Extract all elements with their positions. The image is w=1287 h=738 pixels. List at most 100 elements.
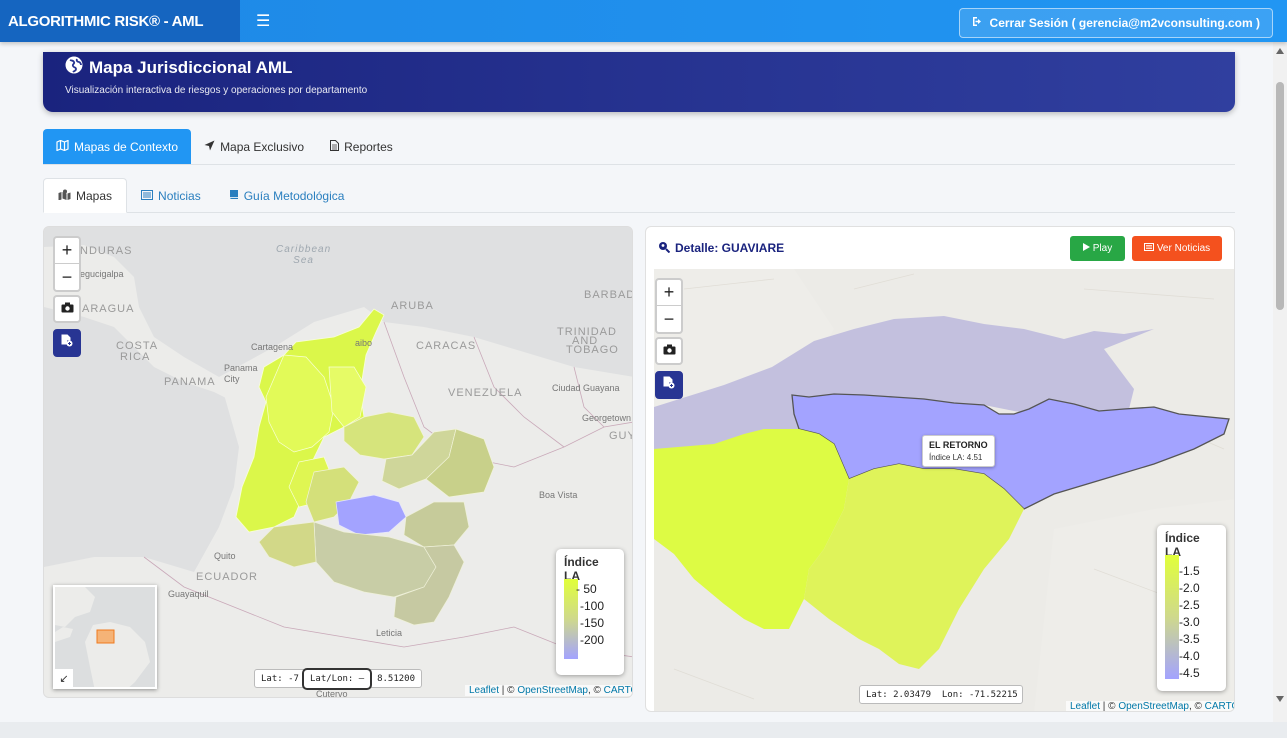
map-label-boa-vista: Boa Vista — [539, 490, 578, 500]
page-title: Mapa Jurisdiccional AML — [65, 56, 1213, 79]
map-label-rica: RICA — [120, 351, 151, 363]
coordinates-lat-text: Lat: -7 — [261, 673, 299, 684]
attribution-separator: | © — [1100, 701, 1119, 712]
legend-tick: -4.0 — [1179, 649, 1200, 663]
coordinates-lon-text: 8.51200 — [377, 673, 415, 684]
zoom-in-button[interactable]: + — [657, 280, 681, 306]
map-icon — [56, 139, 69, 154]
tab-label: Mapas — [76, 188, 113, 203]
scroll-up-arrow-icon[interactable] — [1276, 48, 1284, 54]
tab-mapas[interactable]: Mapas — [43, 178, 128, 213]
tooltip-region-value: Índice LA: 4.51 — [929, 453, 983, 462]
page-header-banner: Mapa Jurisdiccional AML Visualización in… — [43, 52, 1235, 112]
top-navbar: ALGORITHMIC RISK® - AML ☰ Cerrar Sesión … — [0, 0, 1287, 42]
map-label-ecuador: ECUADOR — [196, 571, 259, 583]
file-icon — [330, 139, 340, 154]
location-arrow-icon — [204, 140, 215, 154]
legend-tick: - 50 — [576, 582, 597, 596]
page-scrollbar[interactable] — [1273, 42, 1287, 722]
map-label-aruba: ARUBA — [391, 300, 434, 312]
brand-logo[interactable]: ALGORITHMIC RISK® - AML — [0, 0, 240, 42]
file-export-icon — [61, 334, 73, 352]
minimap-toggle-button[interactable]: ↙ — [55, 669, 73, 687]
tab-reportes[interactable]: Reportes — [317, 129, 406, 164]
coordinates-readout: Lat: 2.03479 Lon: -71.52215 — [859, 685, 1023, 704]
map-label-cartagena: Cartagena — [251, 342, 294, 352]
scroll-down-arrow-icon[interactable] — [1276, 696, 1284, 702]
tooltip-region-name: EL RETORNO — [929, 440, 988, 450]
map-label-sea: Sea — [293, 255, 314, 266]
region-tooltip: EL RETORNO Índice LA: 4.51 — [922, 435, 995, 467]
map-label-leticia: Leticia — [376, 628, 403, 638]
arrow-collapse-icon: ↙ — [59, 672, 69, 685]
map-attribution: Leaflet | © OpenStreetMap, © CARTO — [465, 685, 632, 696]
map-label-nicaragua: ARAGUA — [82, 303, 135, 315]
carto-link[interactable]: CARTO — [1205, 701, 1234, 711]
file-export-icon — [663, 376, 675, 394]
legend-tick: -1.5 — [1179, 564, 1200, 578]
screenshot-button[interactable] — [655, 337, 683, 365]
tab-label: Reportes — [344, 139, 393, 154]
ver-noticias-label: Ver Noticias — [1156, 243, 1211, 254]
legend-tick: -100 — [580, 599, 605, 613]
play-button[interactable]: Play — [1070, 236, 1125, 261]
map-label-venezuela: VENEZUELA — [448, 387, 523, 399]
legend-tick: -4.5 — [1179, 666, 1200, 680]
page-title-text: Mapa Jurisdiccional AML — [89, 57, 293, 77]
attribution-separator: | © — [499, 685, 518, 696]
attribution-separator: , © — [1188, 701, 1205, 712]
tab-noticias[interactable]: Noticias — [127, 178, 215, 213]
export-file-button[interactable] — [53, 329, 81, 357]
map-label-tegucigalpa: egucigalpa — [80, 269, 124, 279]
osm-link[interactable]: OpenStreetMap — [517, 685, 588, 696]
zoom-out-button[interactable]: − — [55, 264, 79, 290]
logout-button[interactable]: Cerrar Sesión ( gerencia@m2vconsulting.c… — [958, 8, 1273, 38]
tab-label: Guía Metodológica — [243, 188, 345, 203]
map-marked-icon — [58, 189, 71, 203]
tab-guia-metodologica[interactable]: Guía Metodológica — [215, 178, 359, 213]
tab-label: Noticias — [158, 188, 201, 203]
play-label: Play — [1092, 243, 1113, 254]
legend-tick: -200 — [580, 633, 605, 647]
attribution-separator: , © — [587, 685, 604, 696]
tab-mapas-de-contexto[interactable]: Mapas de Contexto — [43, 129, 192, 164]
zoom-in-button[interactable]: + — [55, 238, 79, 264]
hamburger-menu-icon[interactable]: ☰ — [256, 11, 270, 31]
export-file-button[interactable] — [655, 371, 683, 399]
leaflet-link[interactable]: Leaflet — [469, 685, 499, 696]
map-label-honduras: NDURAS — [80, 245, 133, 257]
map-label-georgetown: Georgetown — [582, 413, 632, 423]
legend-tick: -150 — [580, 616, 605, 630]
screenshot-button[interactable] — [53, 295, 81, 323]
zoom-out-button[interactable]: − — [657, 306, 681, 332]
minimap[interactable]: ↙ — [53, 585, 157, 689]
left-map-legend: Índice LA - 50 -100 -150 -200 — [556, 549, 624, 675]
map-label-barbado: BARBADO — [584, 289, 632, 301]
map-label-guyana: GUY — [609, 430, 632, 442]
legend-tick: -3.0 — [1179, 615, 1200, 629]
map-label-city: City — [224, 374, 240, 384]
map-label-maracaibo: aibo — [355, 338, 373, 348]
carto-link[interactable]: CARTO — [604, 685, 632, 696]
footer-strip — [0, 722, 1287, 738]
osm-link[interactable]: OpenStreetMap — [1118, 701, 1189, 711]
scroll-thumb[interactable] — [1276, 82, 1284, 310]
tab-mapa-exclusivo[interactable]: Mapa Exclusivo — [191, 129, 317, 164]
book-icon — [229, 189, 239, 203]
ver-noticias-button[interactable]: Ver Noticias — [1132, 236, 1222, 261]
legend-tick: -2.0 — [1179, 581, 1200, 595]
legend-tick: -3.5 — [1179, 632, 1200, 646]
right-map-legend: Índice LA -1.5 -2.0 -2.5 -3.0 -3.5 -4.0 … — [1157, 525, 1226, 691]
detail-map[interactable]: + − EL RETORNO Índice LA: 4.51 Índice LA… — [654, 269, 1234, 712]
map-label-quito: Quito — [214, 551, 236, 561]
logout-label: Cerrar Sesión ( gerencia@m2vconsulting.c… — [989, 16, 1260, 30]
map-label-tobago: TOBAGO — [566, 344, 619, 356]
context-map[interactable]: Caribbean Sea NDURAS egucigalpa ARAGUA CO… — [43, 226, 633, 698]
coordinates-popup: Lat/Lon: — — [302, 668, 373, 690]
map-label-caribbean: Caribbean — [276, 244, 332, 255]
zoom-control: + − — [655, 278, 683, 334]
leaflet-link[interactable]: Leaflet — [1070, 701, 1100, 711]
search-location-icon — [658, 241, 671, 256]
primary-tabs: Mapas de Contexto Mapa Exclusivo Reporte… — [43, 129, 1235, 165]
detail-card: Detalle: GUAVIARE Play Ver Noticias + − — [645, 226, 1235, 712]
